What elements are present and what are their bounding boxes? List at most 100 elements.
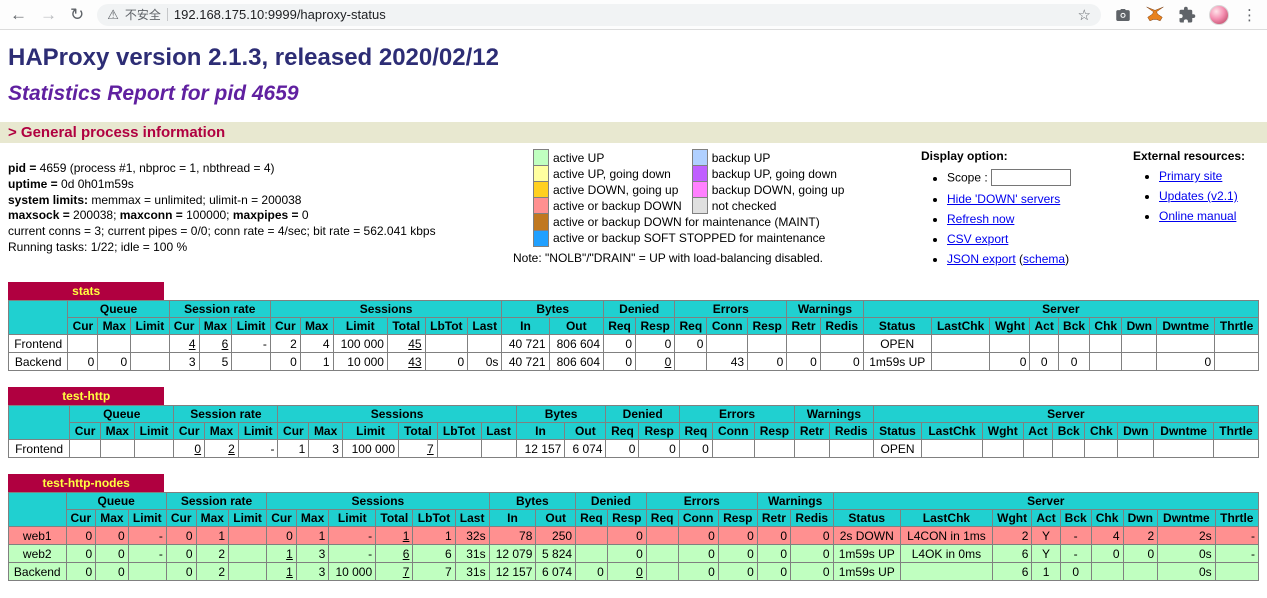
table-cell — [468, 335, 502, 353]
table-cell: 6 — [413, 545, 455, 563]
reload-icon[interactable]: ↻ — [70, 6, 84, 23]
column-header: Status — [833, 510, 901, 527]
metamask-icon[interactable] — [1145, 5, 1165, 24]
column-header: Cur — [166, 510, 196, 527]
table-cell: OPEN — [873, 440, 922, 458]
group-header: Server — [833, 493, 1259, 510]
page-title[interactable]: HAProxy version 2.1.3, released 2020/02/… — [8, 44, 1259, 72]
legend-swatch — [534, 230, 549, 246]
warning-icon[interactable]: ⚠ — [107, 7, 119, 23]
column-header: Status — [863, 318, 931, 335]
table-cell: - — [1060, 527, 1091, 545]
process-info-line: Running tasks: 1/22; idle = 100 % — [8, 240, 533, 256]
display-option-link[interactable]: Refresh now — [947, 212, 1014, 226]
column-header: Wght — [990, 318, 1030, 335]
column-header: Total — [387, 318, 425, 335]
column-header: Act — [1032, 510, 1060, 527]
row-name: web2 — [9, 545, 67, 563]
table-cell: 0 — [636, 353, 675, 371]
table-cell: 0 — [96, 527, 129, 545]
menu-icon[interactable]: ⋮ — [1242, 6, 1257, 24]
column-header: Out — [565, 423, 606, 440]
process-info-line: uptime = 0d 0h01m59s — [8, 177, 533, 193]
column-header: Bck — [1060, 510, 1091, 527]
column-header: Dwntme — [1154, 423, 1214, 440]
table-cell: 806 604 — [549, 353, 603, 371]
column-header: In — [489, 510, 536, 527]
table-cell — [68, 335, 98, 353]
table-row-backend: Backend00021310 0007731s12 1576 07400000… — [9, 563, 1259, 581]
proxy-name-link[interactable]: test-http — [8, 387, 164, 405]
legend-table: active UP backup UP active UP, going dow… — [533, 149, 854, 247]
address-bar[interactable]: ⚠ 不安全 192.168.175.10:9999/haproxy-status… — [97, 4, 1101, 26]
display-option-link[interactable]: CSV export — [947, 232, 1008, 246]
table-cell — [1118, 440, 1154, 458]
table-cell: 12 079 — [489, 545, 536, 563]
table-cell: Y — [1032, 527, 1060, 545]
table-cell — [1023, 440, 1052, 458]
table-cell: - — [1215, 545, 1258, 563]
table-cell: 0 — [1058, 353, 1089, 371]
table-cell: 0 — [166, 563, 196, 581]
row-name: Frontend — [9, 440, 70, 458]
table-cell: 31s — [455, 545, 489, 563]
column-header: Out — [549, 318, 603, 335]
external-resources-title: External resources: — [1133, 149, 1245, 163]
table-cell: 100 000 — [342, 440, 398, 458]
profile-avatar[interactable] — [1209, 5, 1229, 25]
table-cell — [131, 353, 170, 371]
table-cell — [229, 545, 267, 563]
legend-label: not checked — [707, 198, 854, 214]
column-header: Max — [205, 423, 239, 440]
display-option-link[interactable]: Hide 'DOWN' servers — [947, 192, 1060, 206]
display-option-link[interactable]: JSON export — [947, 252, 1016, 266]
column-header: Dwntme — [1157, 318, 1215, 335]
display-option-item: Refresh now — [947, 212, 1133, 226]
table-cell: 1 — [296, 527, 329, 545]
table-cell: 6 — [376, 545, 413, 563]
table-cell — [70, 440, 101, 458]
table-cell: 2 — [270, 335, 300, 353]
table-cell: 0 — [718, 563, 757, 581]
camera-icon[interactable] — [1114, 6, 1132, 24]
table-cell: OPEN — [863, 335, 931, 353]
table-cell: 40 721 — [502, 353, 549, 371]
table-cell: 0 — [425, 353, 468, 371]
column-header: Resp — [754, 423, 794, 440]
table-cell: - — [232, 335, 271, 353]
column-header: Cur — [68, 318, 98, 335]
group-header: Sessions — [278, 406, 516, 423]
legend-swatch — [692, 198, 707, 214]
proxy-name-link[interactable]: stats — [8, 282, 164, 300]
table-cell: 1 — [267, 545, 297, 563]
column-header: Limit — [342, 423, 398, 440]
bookmark-star-icon[interactable]: ☆ — [1078, 6, 1091, 24]
proxy-name-link[interactable]: test-http-nodes — [8, 474, 164, 492]
column-header: Max — [100, 423, 134, 440]
group-header: Queue — [68, 301, 169, 318]
display-option-link[interactable]: schema — [1023, 252, 1065, 266]
scope-input[interactable] — [991, 169, 1071, 186]
extensions-icon[interactable] — [1178, 6, 1196, 24]
table-cell: 0 — [66, 563, 96, 581]
table-cell — [922, 440, 982, 458]
table-cell — [131, 335, 170, 353]
proxy-section-test-http: test-httpQueueSession rateSessionsBytesD… — [8, 387, 1259, 458]
table-cell: 0 — [678, 527, 718, 545]
row-name: web1 — [9, 527, 67, 545]
table-cell: 0 — [98, 353, 131, 371]
forward-icon[interactable]: → — [40, 6, 57, 23]
external-link[interactable]: Online manual — [1159, 209, 1236, 223]
table-cell: 2 — [196, 563, 229, 581]
back-icon[interactable]: ← — [10, 6, 27, 23]
table-cell: 0 — [679, 440, 712, 458]
column-header: Limit — [229, 510, 267, 527]
column-header: Thrtle — [1215, 510, 1258, 527]
table-cell: 12 157 — [516, 440, 565, 458]
external-link[interactable]: Updates (v2.1) — [1159, 189, 1238, 203]
column-header: Wght — [992, 510, 1032, 527]
column-header: Limit — [232, 318, 271, 335]
table-cell: 4 — [1091, 527, 1123, 545]
external-link[interactable]: Primary site — [1159, 169, 1222, 183]
legend-label: active DOWN, going up — [549, 182, 693, 198]
